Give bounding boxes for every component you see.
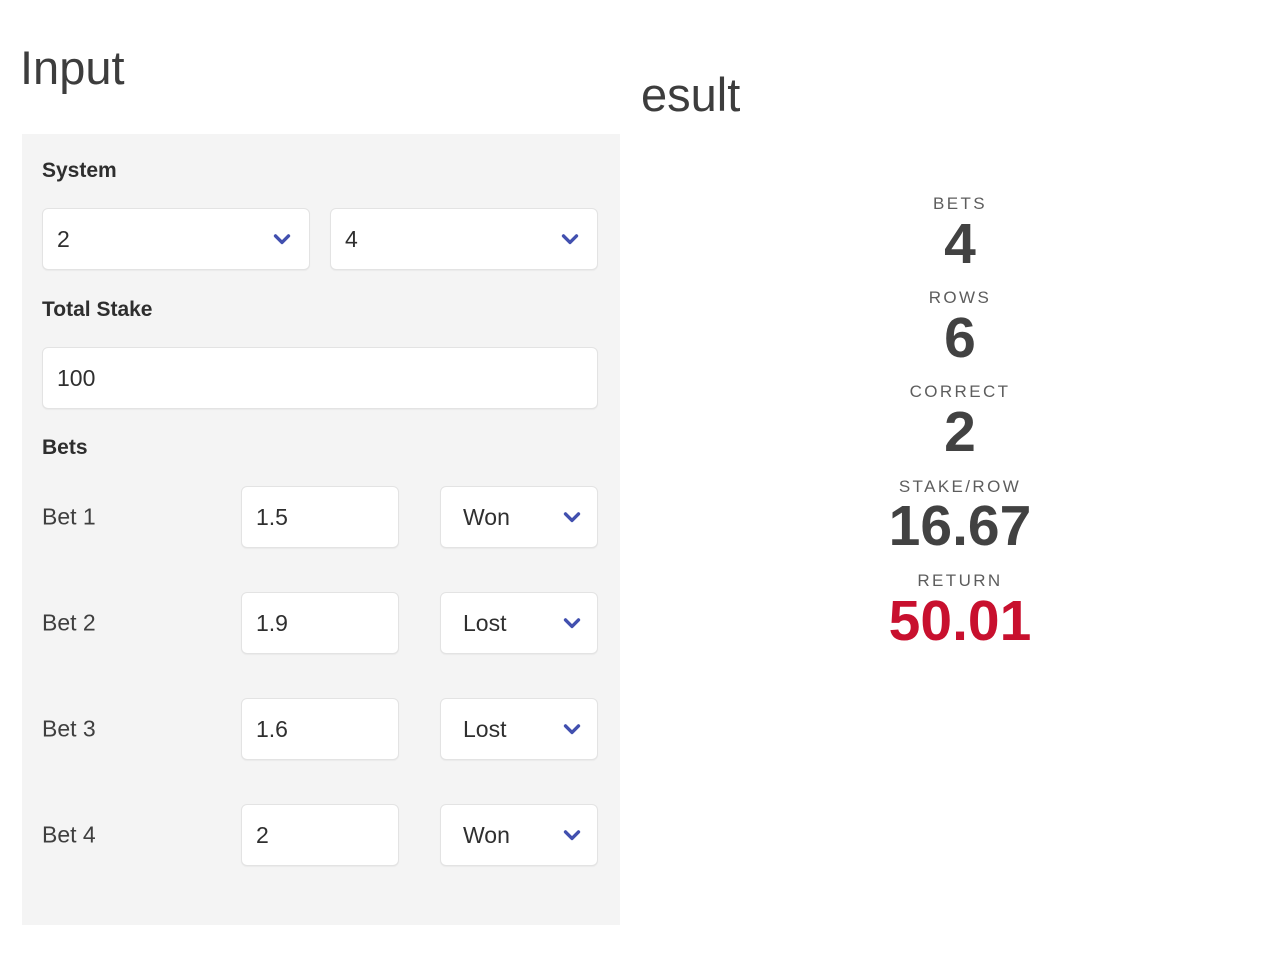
- bet-odds-input[interactable]: 1.5: [241, 486, 399, 548]
- bet-status-value: Won: [463, 821, 510, 848]
- bet-row: Bet 4 2 Won: [22, 804, 620, 866]
- input-panel: System 2 4 Total Stake 100 Bets Bet 1 1.…: [22, 134, 620, 925]
- app-root: Input esult System 2 4 Total Stake 100 B…: [0, 0, 1280, 960]
- bet-odds-value: 1.9: [256, 609, 288, 636]
- stat-return: RETURN 50.01: [760, 570, 1160, 653]
- stat-rows: ROWS 6: [760, 289, 1160, 369]
- stat-bets: BETS 4: [760, 194, 1160, 276]
- bets-label: Bets: [42, 436, 88, 459]
- bet-row: Bet 3 1.6 Lost: [22, 698, 620, 760]
- chevron-down-icon: [557, 226, 583, 252]
- bet-row-label: Bet 4: [42, 821, 96, 848]
- bet-row-label: Bet 2: [42, 609, 96, 636]
- total-stake-input[interactable]: 100: [42, 347, 598, 409]
- total-stake-label: Total Stake: [42, 298, 153, 321]
- system-select-left[interactable]: 2: [42, 208, 310, 270]
- system-select-right[interactable]: 4: [330, 208, 598, 270]
- total-stake-value: 100: [57, 364, 96, 391]
- stat-stake-per-row-value: 16.67: [888, 494, 1032, 559]
- bet-row-label: Bet 1: [42, 503, 96, 530]
- bet-row: Bet 2 1.9 Lost: [22, 592, 620, 654]
- bet-status-select[interactable]: Lost: [440, 698, 598, 760]
- bet-odds-input[interactable]: 1.6: [241, 698, 399, 760]
- system-select-right-value: 4: [345, 225, 358, 252]
- bet-row-label: Bet 3: [42, 715, 96, 742]
- bet-odds-input[interactable]: 1.9: [241, 592, 399, 654]
- stat-bets-value: 4: [944, 211, 976, 276]
- bet-odds-value: 2: [256, 821, 269, 848]
- stat-correct: CORRECT 2: [760, 383, 1160, 463]
- bet-status-select[interactable]: Lost: [440, 592, 598, 654]
- stat-stake-per-row: STAKE/ROW 16.67: [760, 477, 1160, 559]
- result-section-heading: esult: [641, 68, 741, 122]
- system-label: System: [42, 159, 117, 182]
- bet-odds-value: 1.6: [256, 715, 288, 742]
- bet-status-select[interactable]: Won: [440, 486, 598, 548]
- chevron-down-icon: [559, 716, 585, 742]
- bet-status-value: Lost: [463, 609, 507, 636]
- stat-bets-label: BETS: [932, 194, 987, 213]
- bet-odds-input[interactable]: 2: [241, 804, 399, 866]
- bet-row: Bet 1 1.5 Won: [22, 486, 620, 548]
- chevron-down-icon: [269, 226, 295, 252]
- chevron-down-icon: [559, 822, 585, 848]
- chevron-down-icon: [559, 504, 585, 530]
- chevron-down-icon: [559, 610, 585, 636]
- bet-odds-value: 1.5: [256, 503, 288, 530]
- stat-return-label: RETURN: [917, 570, 1003, 590]
- results-panel: BETS 4 ROWS 6 CORRECT 2 STAKE/ROW 16.67 …: [760, 194, 1160, 653]
- bet-status-select[interactable]: Won: [440, 804, 598, 866]
- bet-status-value: Won: [463, 503, 510, 530]
- system-select-left-value: 2: [57, 225, 70, 252]
- stat-return-value: 50.01: [888, 588, 1032, 653]
- bet-status-value: Lost: [463, 715, 507, 742]
- stat-correct-value: 2: [944, 400, 976, 465]
- input-section-heading: Input: [20, 41, 125, 95]
- stat-rows-value: 6: [944, 305, 976, 370]
